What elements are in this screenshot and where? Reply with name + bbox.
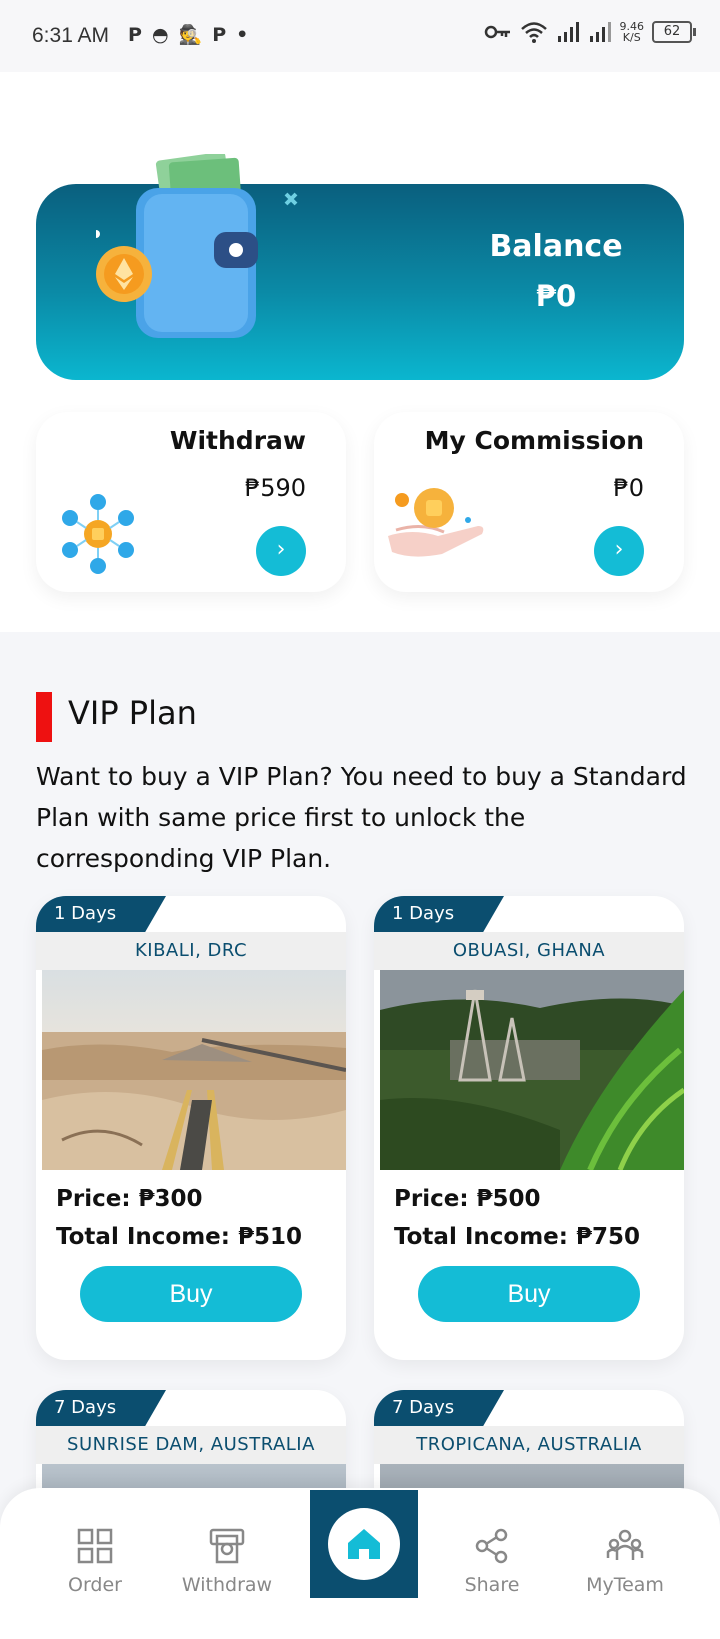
commission-value: ₱0 — [613, 474, 644, 502]
nav-share-label: Share — [464, 1574, 520, 1596]
vpn-key-icon — [484, 25, 510, 39]
plan-duration-badge: 7 Days — [36, 1390, 166, 1426]
withdraw-title: Withdraw — [169, 426, 306, 455]
buy-button[interactable]: Buy — [80, 1266, 302, 1322]
plan-location: KIBALI, DRC — [36, 932, 346, 970]
commission-title: My Commission — [424, 426, 644, 455]
plan-duration-badge: 1 Days — [374, 896, 504, 932]
atm-withdraw-icon — [209, 1528, 245, 1564]
nav-withdraw-label: Withdraw — [181, 1574, 273, 1596]
buy-button[interactable]: Buy — [418, 1266, 640, 1322]
commission-arrow-button[interactable]: › — [594, 526, 644, 576]
plan-price: Price: ₱300 — [56, 1186, 203, 1212]
app-p2-icon: P — [212, 24, 227, 46]
grid-icon — [77, 1528, 113, 1564]
dot-icon: • — [236, 24, 249, 46]
plan-location: SUNRISE DAM, AUSTRALIA — [36, 1426, 346, 1464]
withdraw-card[interactable]: Withdraw ₱590 › — [36, 412, 346, 592]
coin-hand-icon — [388, 488, 484, 557]
nav-home-button[interactable] — [310, 1490, 418, 1598]
status-bar: 6:31 AM P ◓ 🕵 P • 9.46 K/S 62 — [0, 0, 720, 72]
vip-accent-bar — [36, 692, 52, 742]
blockchain-hex-icon — [62, 494, 134, 574]
balance-value: ₱0 — [535, 279, 577, 313]
withdraw-value: ₱590 — [244, 474, 306, 502]
mine-photo-obuasi — [380, 970, 684, 1170]
vip-description: Want to buy a VIP Plan? You need to buy … — [36, 762, 687, 873]
system-icons: 9.46 K/S 62 — [484, 20, 696, 44]
plan-duration-badge: 7 Days — [374, 1390, 504, 1426]
mine-photo-kibali — [42, 970, 346, 1170]
balance-label: Balance — [489, 229, 623, 264]
battery-icon: 62 — [652, 21, 696, 43]
nav-myteam[interactable]: MyTeam — [570, 1526, 680, 1596]
share-icon — [475, 1528, 508, 1564]
signal-1-icon — [557, 22, 579, 42]
status-time: 6:31 AM — [32, 24, 110, 47]
plan-income: Total Income: ₱750 — [394, 1224, 640, 1250]
balance-card: Balance ₱0 — [36, 154, 684, 380]
nav-order-label: Order — [68, 1574, 122, 1596]
nav-withdraw[interactable]: Withdraw — [172, 1526, 282, 1596]
app-p-icon: P — [128, 24, 142, 46]
network-speed: 9.46 K/S — [619, 20, 645, 44]
home-icon — [348, 1529, 380, 1559]
nav-share[interactable]: Share — [437, 1526, 547, 1596]
team-icon — [606, 1529, 644, 1560]
plan-card: 1 Days KIBALI, DRC Price: ₱300 Total Inc… — [36, 896, 346, 1360]
signal-2-icon — [589, 22, 611, 42]
commission-card[interactable]: My Commission ₱0 › — [374, 412, 684, 592]
app-circle-icon: ◓ — [151, 24, 169, 46]
wallet-illustration-icon — [96, 154, 298, 338]
nav-order[interactable]: Order — [40, 1526, 150, 1596]
plan-location: TROPICANA, AUSTRALIA — [374, 1426, 684, 1464]
notification-icons: P ◓ 🕵 P • — [128, 22, 248, 48]
plan-price: Price: ₱500 — [394, 1186, 541, 1212]
incognito-icon: 🕵 — [178, 24, 203, 46]
plan-duration-badge: 1 Days — [36, 896, 166, 932]
nav-myteam-label: MyTeam — [586, 1574, 664, 1596]
withdraw-arrow-button[interactable]: › — [256, 526, 306, 576]
plan-card: 1 Days OBUASI, GHANA Price: ₱500 Total I… — [374, 896, 684, 1360]
wifi-icon — [520, 22, 547, 43]
plan-income: Total Income: ₱510 — [56, 1224, 302, 1250]
plan-location: OBUASI, GHANA — [374, 932, 684, 970]
vip-section-title: VIP Plan — [68, 694, 197, 732]
